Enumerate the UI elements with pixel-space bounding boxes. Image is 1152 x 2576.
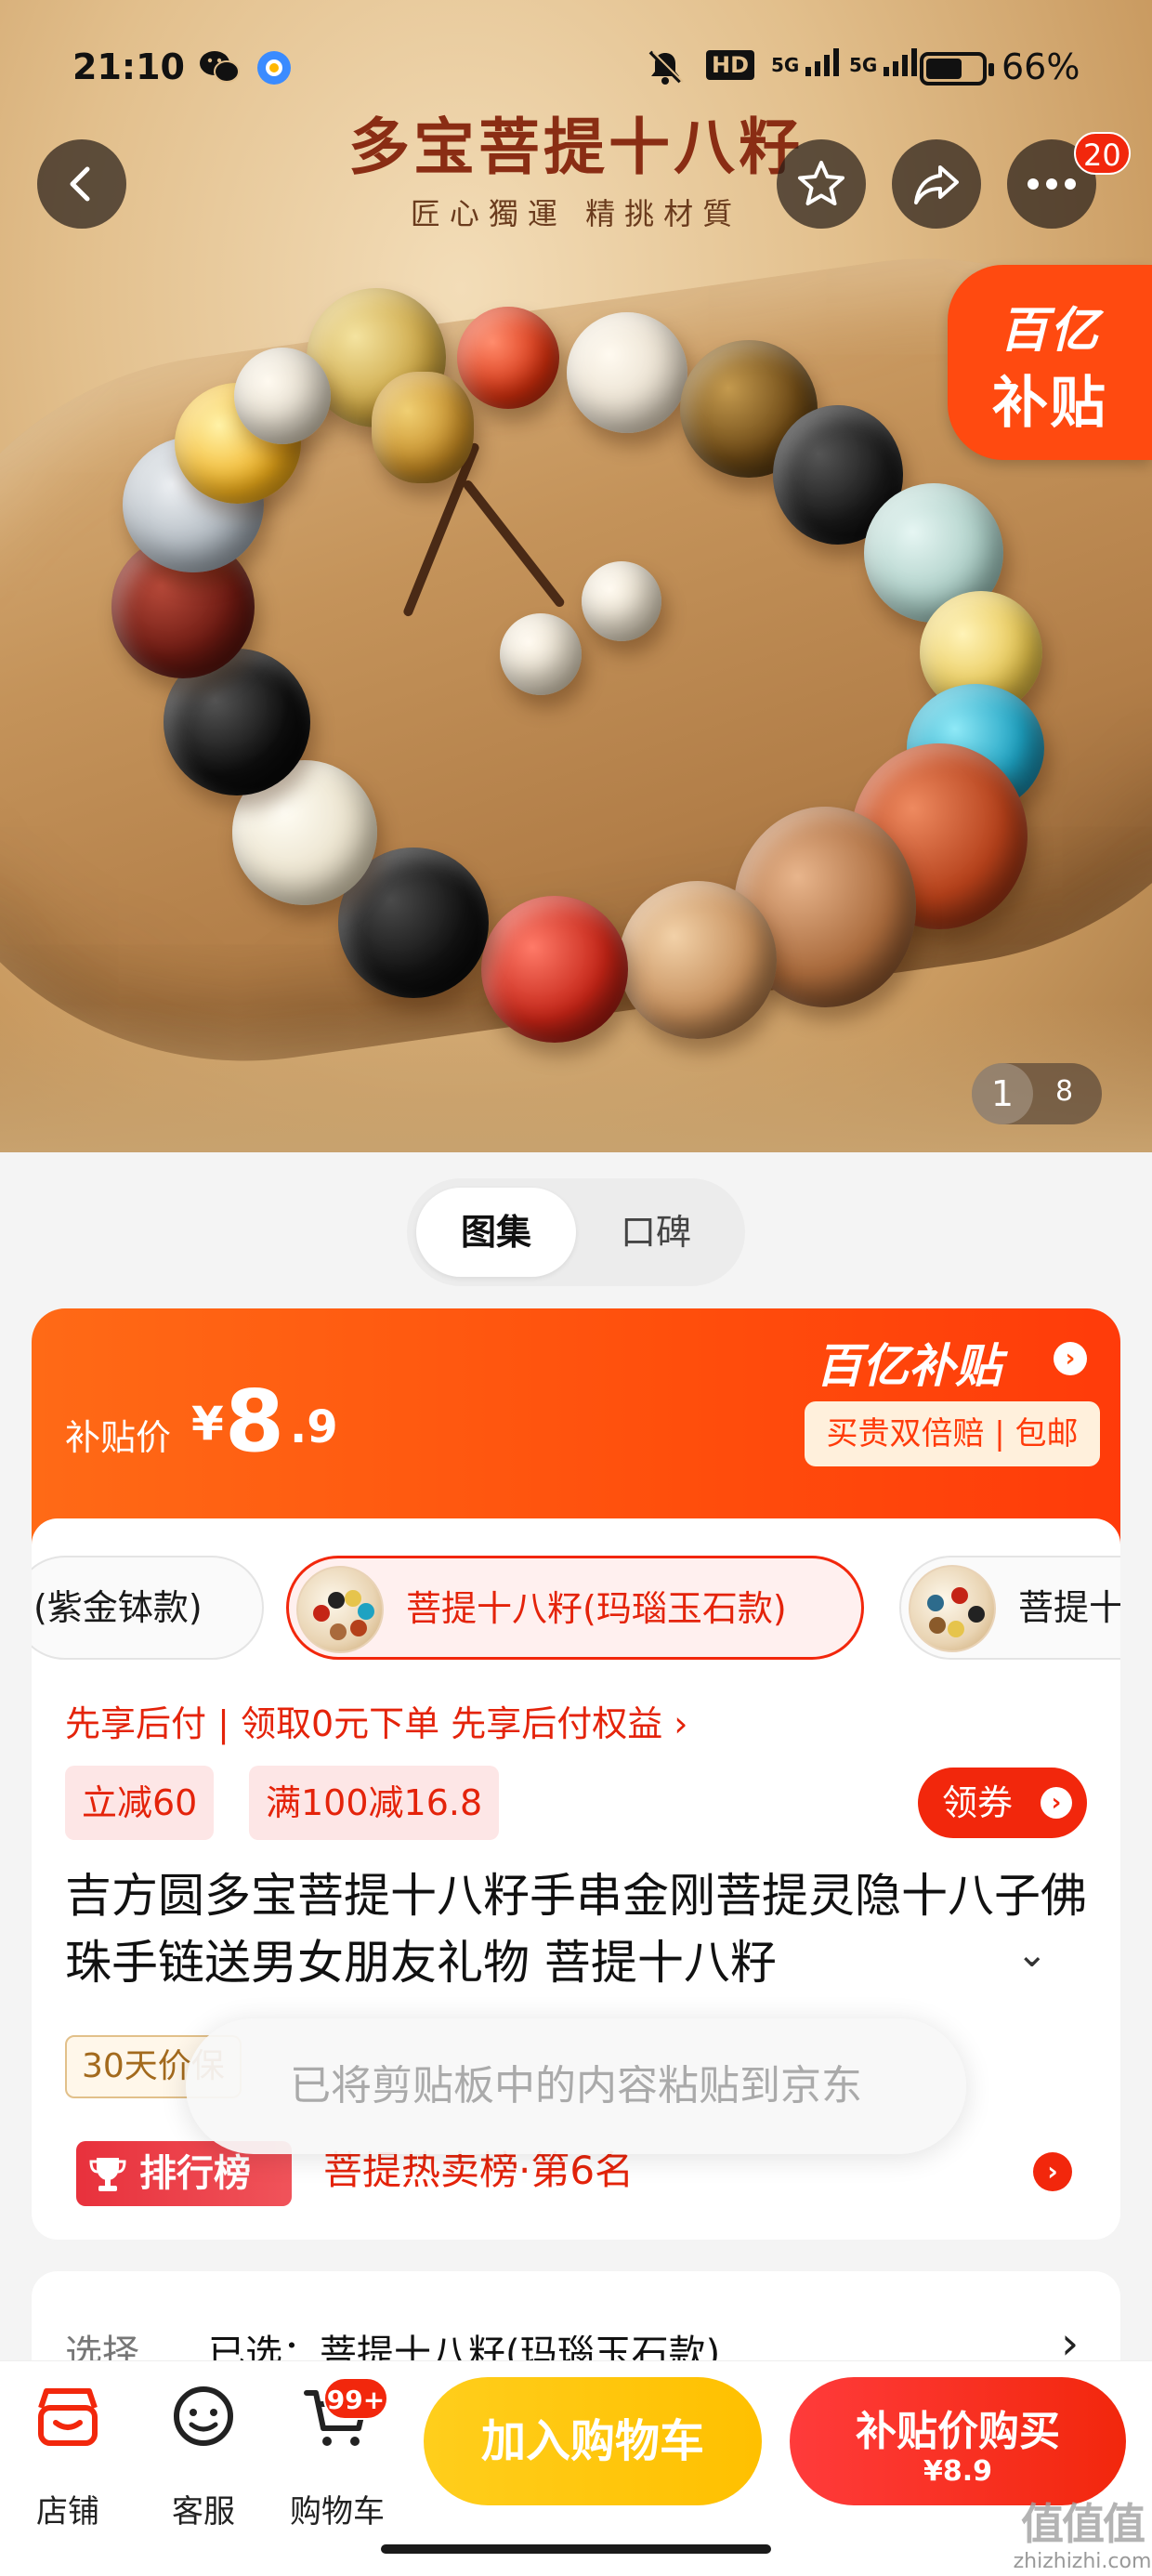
subsidy-corner-line2: 补贴 <box>992 371 1107 436</box>
wechat-icon <box>199 48 240 94</box>
image-total: 8 <box>1055 1075 1074 1108</box>
chat-face-icon <box>174 2386 233 2446</box>
site-watermark: 值值值 zhizhizhi.com <box>1013 2499 1152 2573</box>
variant-label: 菩提十八籽(玛瑙玉石款) <box>406 1588 787 1629</box>
store-button[interactable]: 店铺 <box>17 2382 119 2530</box>
tab-gallery[interactable]: 图集 <box>416 1188 576 1277</box>
tab-reviews[interactable]: 口碑 <box>576 1188 736 1277</box>
hd-indicator: HD <box>706 50 755 80</box>
chevron-left-icon <box>70 166 90 202</box>
customer-service-label: 客服 <box>172 2493 235 2530</box>
battery-icon <box>920 52 994 85</box>
buy-now-button[interactable]: 补贴价购买 ¥8.9 <box>790 2377 1126 2505</box>
chevron-right-icon[interactable]: › <box>1054 1342 1087 1375</box>
image-index: 1 <box>972 1063 1033 1124</box>
home-indicator[interactable] <box>381 2544 771 2554</box>
price-integer: 8 <box>225 1372 285 1471</box>
get-coupon-button[interactable]: 领券 › <box>918 1768 1087 1838</box>
variant-label: (紫金钵款) <box>33 1587 203 1628</box>
buy-now-price: ¥8.9 <box>923 2455 993 2488</box>
variant-option[interactable]: (紫金钵款) <box>32 1556 264 1660</box>
chevron-right-icon: › <box>1041 1787 1072 1819</box>
variant-thumbnail <box>296 1566 384 1653</box>
variant-option[interactable]: 菩提十 <box>899 1556 1120 1660</box>
product-detail-page: 多宝菩提十八籽 匠心獨運 精挑材質 21:10 HD 5G 5G 66% 20 … <box>0 0 1152 2576</box>
favorite-button[interactable] <box>777 139 866 229</box>
back-button[interactable] <box>37 139 126 229</box>
battery-percent: 66% <box>1001 46 1080 87</box>
cart-label: 购物车 <box>290 2493 385 2530</box>
browser-icon <box>255 48 294 96</box>
signal-5g-icon: 5G <box>771 48 840 76</box>
variant-label: 菩提十 <box>1018 1587 1120 1628</box>
product-image-gallery[interactable]: 多宝菩提十八籽 匠心獨運 精挑材質 21:10 HD 5G 5G 66% 20 … <box>0 0 1152 1152</box>
price-label: 补贴价 <box>65 1417 172 1458</box>
add-to-cart-button[interactable]: 加入购物车 <box>424 2377 762 2505</box>
gallery-tabs: 图集 口碑 <box>407 1178 745 1286</box>
subsidy-corner-line1: 百亿 <box>999 303 1100 359</box>
clipboard-toast: 已将剪贴板中的内容粘贴到京东 <box>186 2018 966 2154</box>
get-coupon-label: 领券 <box>942 1782 1014 1823</box>
subsidy-logo[interactable]: 百亿补贴 <box>816 1329 1001 1396</box>
clock: 21:10 <box>72 46 185 87</box>
coupon-tag[interactable]: 立减60 <box>65 1766 215 1840</box>
more-dots-icon <box>1028 178 1076 190</box>
promo-subtitle: 匠心獨運 精挑材質 <box>410 196 742 231</box>
subsidy-corner-badge[interactable]: 百亿 补贴 <box>948 265 1152 460</box>
cart-count-badge: 99+ <box>323 2377 388 2420</box>
store-icon <box>38 2388 98 2446</box>
status-bar: 21:10 HD 5G 5G 66% <box>0 37 1152 102</box>
mute-icon <box>647 48 684 94</box>
trophy-icon <box>89 2158 126 2191</box>
coupon-tag[interactable]: 满100减16.8 <box>249 1766 500 1840</box>
ranking-badge-label: 排行榜 <box>139 2152 251 2195</box>
store-label: 店铺 <box>36 2493 99 2530</box>
star-icon <box>798 161 844 205</box>
price-decimal: .9 <box>290 1401 338 1453</box>
pay-later-link[interactable]: 先享后付 | 领取0元下单 先享后付权益 › <box>65 1695 688 1746</box>
price-currency: ¥ <box>191 1397 224 1451</box>
variant-option-selected[interactable]: 菩提十八籽(玛瑙玉石款) <box>286 1556 864 1660</box>
share-icon <box>914 165 959 204</box>
expand-chevron-icon[interactable]: ⌄ <box>1016 1933 1048 1976</box>
image-counter: 1 8 <box>972 1063 1102 1124</box>
customer-service-button[interactable]: 客服 <box>152 2382 255 2530</box>
message-count-badge: 20 <box>1074 132 1131 175</box>
share-button[interactable] <box>892 139 981 229</box>
subsidy-guarantee-tag[interactable]: 买贵双倍赔 | 包邮 <box>805 1401 1100 1466</box>
chevron-right-icon[interactable]: › <box>1033 2152 1072 2191</box>
signal-5g-icon-2: 5G <box>849 48 918 76</box>
variant-thumbnail <box>909 1565 996 1652</box>
buy-now-label: 补贴价购买 <box>856 2408 1060 2455</box>
product-title: 吉方圆多宝菩提十八籽手串金刚菩提灵隐十八子佛珠手链送男女朋友礼物 菩提十八籽 <box>65 1869 1087 1990</box>
